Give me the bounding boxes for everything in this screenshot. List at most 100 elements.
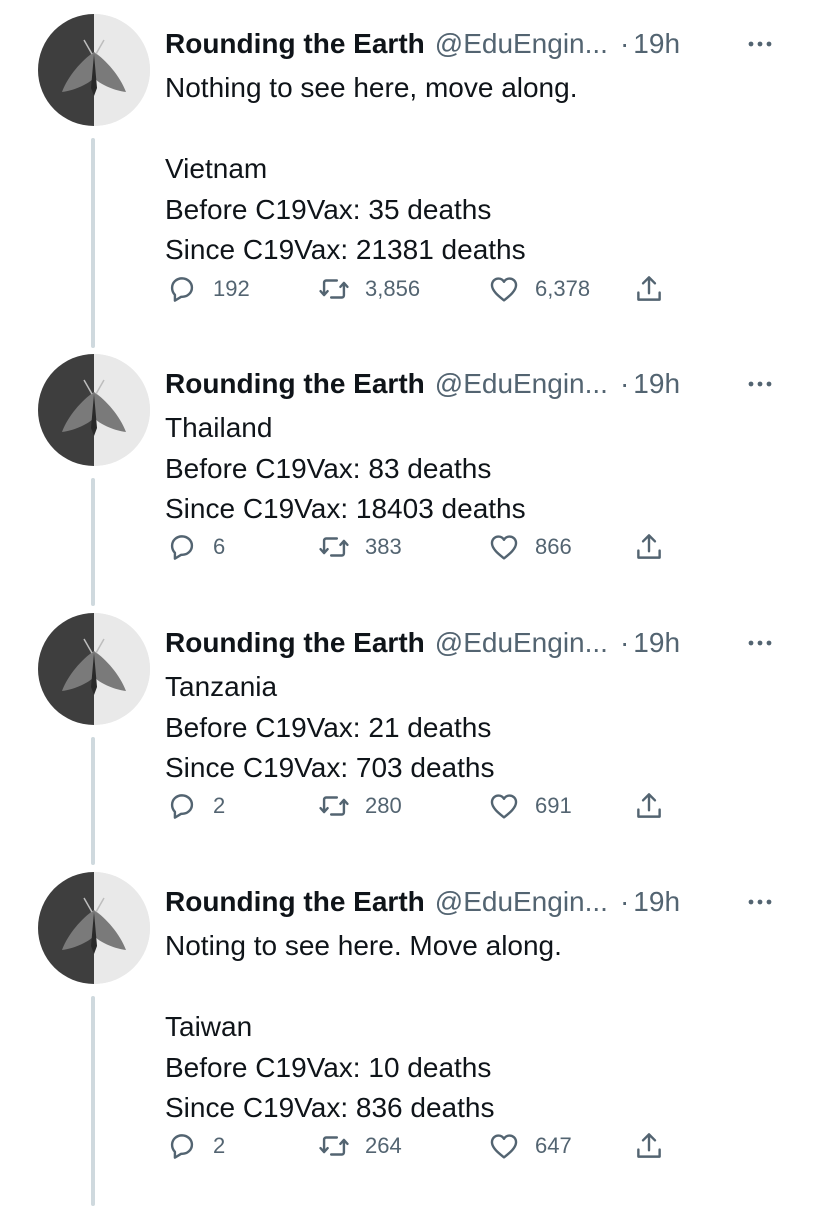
like-count: 866 [535, 534, 572, 559]
author-name[interactable]: Rounding the Earth [165, 627, 425, 659]
tweet-timestamp[interactable]: 19h [633, 886, 680, 918]
tweet-timestamp[interactable]: 19h [633, 368, 680, 400]
reply-count: 192 [213, 276, 250, 301]
tweet-text: Thailand Before C19Vax: 83 deaths Since … [165, 408, 785, 530]
avatar[interactable] [38, 872, 150, 984]
moth-avatar-icon [38, 613, 150, 725]
more-icon [748, 41, 772, 47]
more-button[interactable] [740, 366, 780, 402]
like-button[interactable]: 647 [487, 1126, 572, 1166]
tweet-text-line: Nothing to see here, move along. [165, 72, 578, 103]
tweet-text-line: Before C19Vax: 35 deaths [165, 193, 492, 225]
tweet-actions: 2 280 691 [160, 786, 700, 826]
reply-button[interactable]: 2 [165, 786, 225, 826]
retweet-icon [319, 537, 349, 557]
share-button[interactable] [632, 786, 666, 826]
tweet-timestamp[interactable]: 19h [633, 627, 680, 659]
tweet-text-line: Vietnam [165, 153, 268, 184]
tweet-actions: 2 264 647 [160, 1126, 700, 1166]
tweet-header: Rounding the Earth @EduEngin... · 19h [165, 24, 780, 64]
author-handle[interactable]: @EduEngin... [435, 368, 608, 400]
more-button[interactable] [740, 26, 780, 62]
reply-button[interactable]: 192 [165, 269, 250, 309]
tweet-actions: 6 383 866 [160, 527, 700, 567]
tweet-header: Rounding the Earth @EduEngin... · 19h [165, 882, 780, 922]
author-handle[interactable]: @EduEngin... [435, 886, 608, 918]
separator-dot: · [619, 886, 630, 917]
separator-dot: · [619, 28, 630, 59]
like-button[interactable]: 866 [487, 527, 572, 567]
reply-count: 2 [213, 793, 226, 818]
more-icon [748, 899, 772, 905]
tweet-text-line: Taiwan [165, 1011, 253, 1042]
tweet-text-line: Since C19Vax: 18403 deaths [165, 493, 526, 524]
heart-icon [490, 794, 518, 819]
avatar[interactable] [38, 613, 150, 725]
like-button[interactable]: 691 [487, 786, 572, 826]
tweet-text: Noting to see here. Move along. Taiwan B… [165, 926, 785, 1129]
retweet-button[interactable]: 280 [317, 786, 402, 826]
like-count: 6,378 [535, 276, 591, 301]
like-button[interactable]: 6,378 [487, 269, 590, 309]
author-name[interactable]: Rounding the Earth [165, 886, 425, 918]
moth-avatar-icon [38, 14, 150, 126]
tweet-text-line: Before C19Vax: 10 deaths [165, 1051, 492, 1083]
reply-icon [170, 535, 194, 560]
more-button[interactable] [740, 625, 780, 661]
retweet-button[interactable]: 3,856 [317, 269, 420, 309]
reply-count: 6 [213, 534, 226, 559]
tweet-actions: 192 3,856 6,378 [160, 269, 700, 309]
tweet-text-line: Since C19Vax: 21381 deaths [165, 234, 526, 265]
thread-line [91, 478, 95, 606]
thread-line [91, 138, 95, 348]
author-name[interactable]: Rounding the Earth [165, 368, 425, 400]
share-button[interactable] [632, 269, 666, 309]
reply-button[interactable]: 2 [165, 1126, 225, 1166]
avatar[interactable] [38, 14, 150, 126]
tweet-text-line: Before C19Vax: 83 deaths [165, 452, 492, 484]
reply-icon [170, 794, 194, 819]
tweet-text-line: Since C19Vax: 836 deaths [165, 1092, 495, 1123]
heart-icon [490, 1134, 518, 1159]
retweet-count: 3,856 [365, 276, 421, 301]
like-count: 691 [535, 793, 572, 818]
separator-dot: · [619, 368, 630, 399]
thread-line [91, 996, 95, 1206]
tweet-text-line: Since C19Vax: 703 deaths [165, 752, 495, 783]
retweet-button[interactable]: 264 [317, 1126, 402, 1166]
tweet-header: Rounding the Earth @EduEngin... · 19h [165, 623, 780, 663]
reply-button[interactable]: 6 [165, 527, 225, 567]
thread-line [91, 737, 95, 865]
retweet-icon [319, 1136, 349, 1156]
author-name[interactable]: Rounding the Earth [165, 28, 425, 60]
share-button[interactable] [632, 527, 666, 567]
share-icon [637, 793, 661, 818]
share-icon [637, 276, 661, 301]
tweet-timestamp[interactable]: 19h [633, 28, 680, 60]
tweet-text-line: Tanzania [165, 671, 278, 702]
tweet-text: Nothing to see here, move along. Vietnam… [165, 68, 785, 271]
more-button[interactable] [740, 884, 780, 920]
retweet-icon [319, 796, 349, 816]
retweet-icon [319, 279, 349, 299]
author-handle[interactable]: @EduEngin... [435, 627, 608, 659]
tweet-text: Tanzania Before C19Vax: 21 deaths Since … [165, 667, 785, 789]
more-icon [748, 640, 772, 646]
avatar[interactable] [38, 354, 150, 466]
retweet-count: 264 [365, 1133, 402, 1158]
tweet-text-line: Noting to see here. Move along. [165, 930, 562, 961]
retweet-count: 383 [365, 534, 402, 559]
tweet-text-line: Thailand [165, 412, 273, 443]
tweet-header: Rounding the Earth @EduEngin... · 19h [165, 364, 780, 404]
share-button[interactable] [632, 1126, 666, 1166]
retweet-count: 280 [365, 793, 402, 818]
separator-dot: · [619, 627, 630, 658]
like-count: 647 [535, 1133, 572, 1158]
retweet-button[interactable]: 383 [317, 527, 402, 567]
reply-icon [170, 1134, 194, 1159]
more-icon [748, 381, 772, 387]
tweet-text-line: Before C19Vax: 21 deaths [165, 711, 492, 743]
author-handle[interactable]: @EduEngin... [435, 28, 608, 60]
